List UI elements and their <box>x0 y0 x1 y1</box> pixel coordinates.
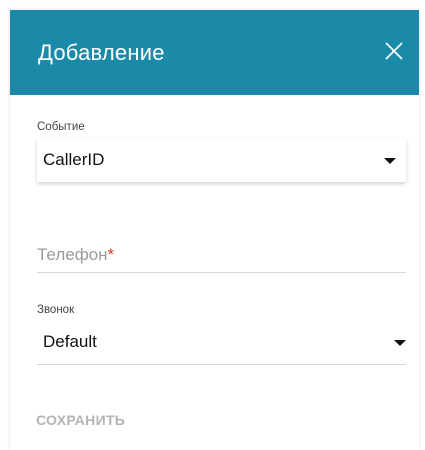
dialog-header: Добавление <box>10 10 419 95</box>
event-select[interactable]: CallerID <box>37 138 406 182</box>
chevron-down-icon <box>384 158 396 164</box>
save-button[interactable]: СОХРАНИТЬ <box>36 412 125 428</box>
phone-input[interactable]: Телефон* <box>37 236 406 273</box>
add-dialog: Добавление Событие CallerID Телефон* Зво… <box>10 10 419 450</box>
event-select-value: CallerID <box>43 150 105 169</box>
event-label: Событие <box>37 121 85 133</box>
required-mark: * <box>107 245 115 264</box>
close-icon <box>383 40 405 62</box>
ring-select-value: Default <box>43 332 97 351</box>
phone-placeholder: Телефон* <box>37 245 115 264</box>
dialog-title: Добавление <box>38 40 165 65</box>
chevron-down-icon <box>394 340 406 346</box>
ring-label: Звонок <box>37 304 75 316</box>
close-button[interactable] <box>383 40 405 62</box>
ring-select[interactable]: Default <box>37 320 406 365</box>
